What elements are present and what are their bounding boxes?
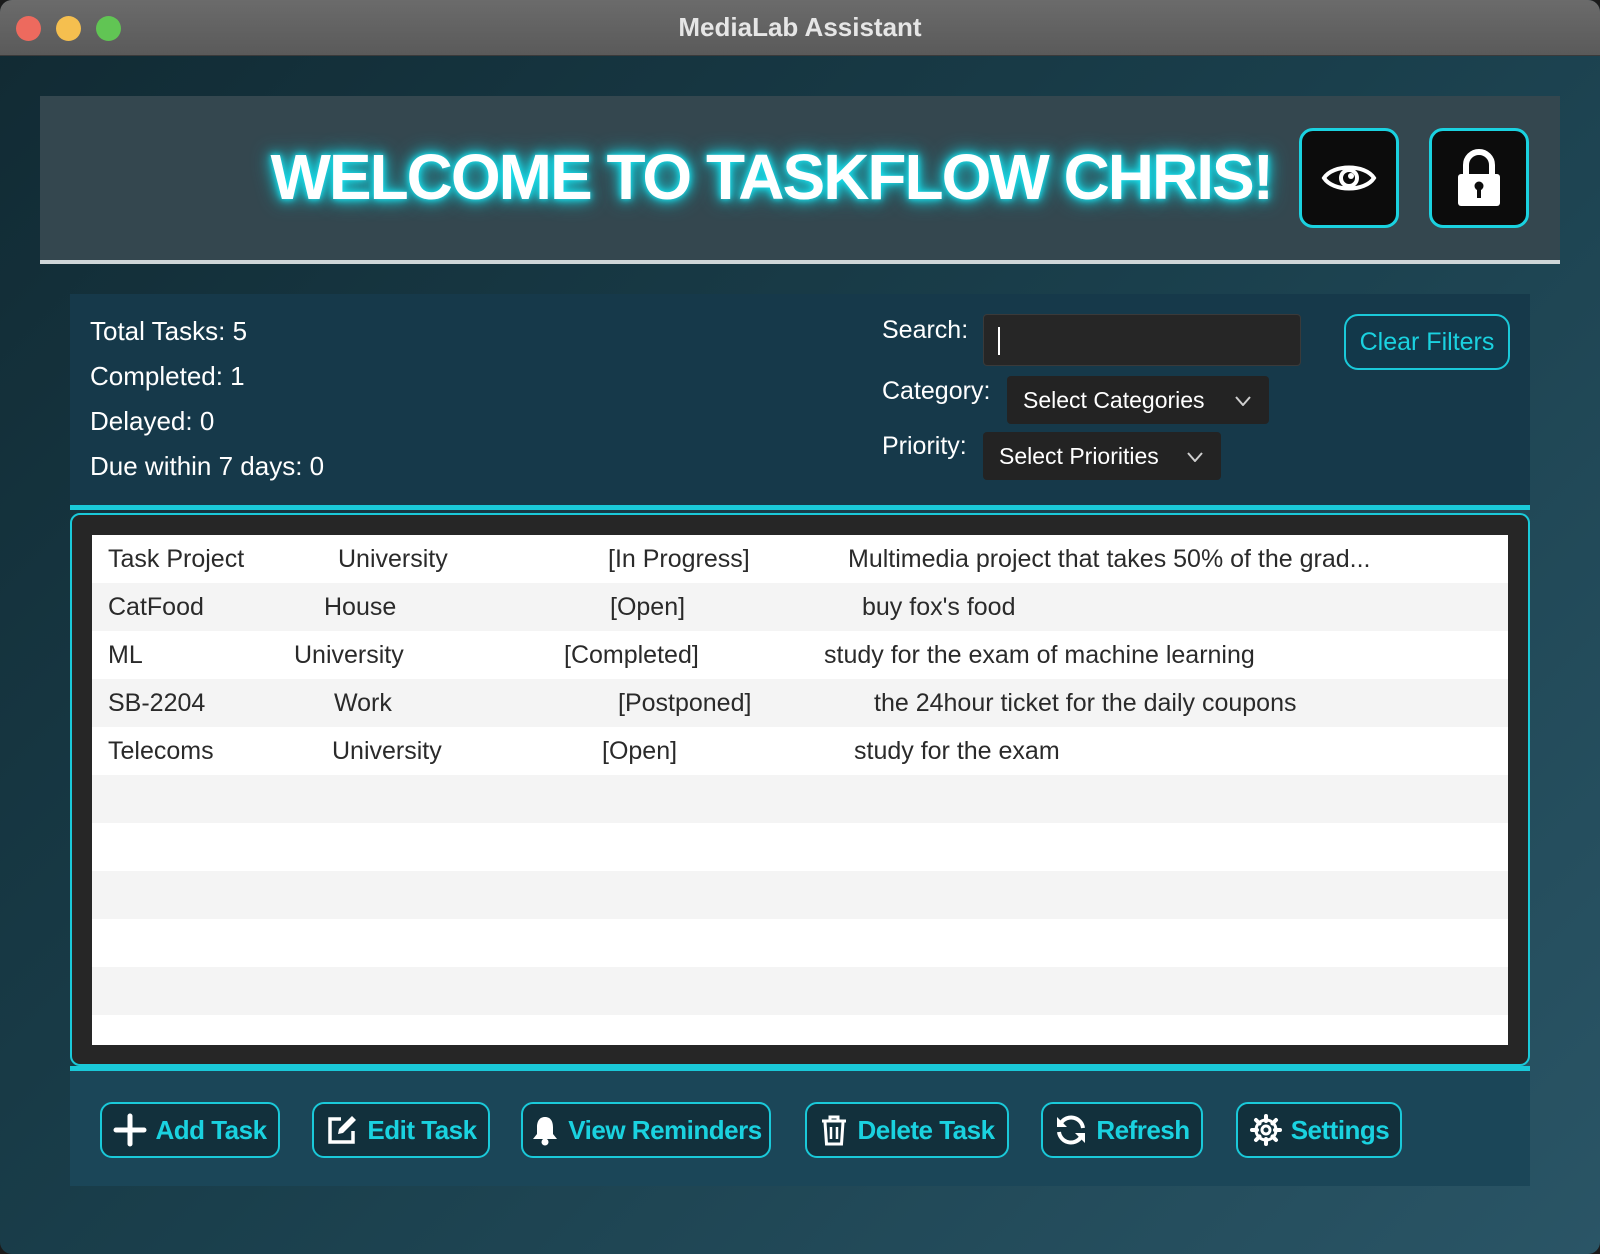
chevron-down-icon (1187, 452, 1203, 462)
search-label: Search: (882, 316, 969, 344)
delayed-stat: Delayed: 0 (90, 406, 215, 436)
total-tasks-stat: Total Tasks: 5 (90, 316, 248, 346)
task-row[interactable]: Task Project University [In Progress] Multi… (92, 535, 1508, 583)
view-toggle-button[interactable] (1299, 128, 1399, 228)
priority-selected: Select Priorities (999, 442, 1159, 469)
task-name: Telecoms (108, 737, 214, 765)
priority-label: Priority: (882, 432, 967, 460)
edit-task-label: Edit Task (367, 1114, 477, 1145)
task-name: ML (108, 641, 143, 669)
plus-icon (113, 1113, 147, 1147)
eye-icon (1321, 165, 1377, 191)
edit-task-button[interactable]: Edit Task (312, 1102, 490, 1158)
task-description: study for the exam of machine learning (824, 641, 1255, 669)
task-category: Work (334, 689, 392, 717)
due-soon-stat: Due within 7 days: 0 (90, 451, 325, 481)
task-status: [Completed] (564, 641, 699, 669)
text-caret (998, 327, 1000, 355)
task-category: University (294, 641, 404, 669)
chevron-down-icon (1235, 396, 1251, 406)
add-task-label: Add Task (155, 1114, 267, 1145)
task-category: University (338, 545, 448, 573)
task-name: SB-2204 (108, 689, 206, 717)
category-dropdown[interactable]: Select Categories (1007, 376, 1269, 424)
empty-row (92, 1015, 1508, 1045)
task-description: study for the exam (854, 737, 1060, 765)
completed-stat: Completed: 1 (90, 361, 245, 391)
empty-row (92, 919, 1508, 967)
task-description: buy fox's food (862, 593, 1016, 621)
title-bar: MediaLab Assistant (0, 0, 1600, 56)
bell-icon (533, 1117, 558, 1146)
refresh-button[interactable]: Refresh (1041, 1102, 1203, 1158)
task-status: [Postponed] (618, 689, 752, 717)
clear-filters-button[interactable]: Clear Filters (1344, 314, 1510, 370)
lock-button[interactable] (1429, 128, 1529, 228)
task-status: [In Progress] (608, 545, 750, 573)
search-input[interactable] (983, 314, 1301, 366)
task-category: House (324, 593, 397, 621)
delete-task-label: Delete Task (857, 1114, 995, 1145)
header-banner: WELCOME TO TASKFLOW CHRIS! (40, 96, 1560, 264)
category-label: Category: (882, 377, 991, 405)
edit-icon (328, 1116, 357, 1144)
refresh-label: Refresh (1096, 1114, 1190, 1145)
task-category: University (332, 737, 442, 765)
settings-label: Settings (1290, 1114, 1390, 1145)
empty-row (92, 871, 1508, 919)
empty-row (92, 823, 1508, 871)
task-name: Task Project (108, 545, 245, 573)
app-window: MediaLab Assistant WELCOME TO TASKFLOW C… (0, 0, 1600, 1254)
lock-icon (1458, 149, 1500, 206)
view-reminders-button[interactable]: View Reminders (521, 1102, 771, 1158)
task-status: [Open] (602, 737, 678, 765)
view-reminders-label: View Reminders (568, 1114, 762, 1145)
category-selected: Select Categories (1023, 386, 1205, 413)
refresh-icon (1057, 1115, 1086, 1145)
stats-filter-panel: Total Tasks: 5 Completed: 1 Delayed: 0 D… (70, 294, 1530, 510)
welcome-heading: WELCOME TO TASKFLOW CHRIS! (270, 141, 1274, 213)
gear-icon (1249, 1114, 1282, 1146)
window-title: MediaLab Assistant (678, 12, 922, 42)
settings-button[interactable]: Settings (1236, 1102, 1402, 1158)
task-status: [Open] (610, 593, 686, 621)
task-row[interactable]: CatFood House [Open] buy fox's food (92, 583, 1508, 631)
task-row[interactable]: ML University [Completed] study for the exa… (92, 631, 1508, 679)
task-list-frame: Task Project University [In Progress] Multi… (70, 513, 1530, 1066)
priority-dropdown[interactable]: Select Priorities (983, 432, 1221, 480)
delete-task-button[interactable]: Delete Task (805, 1102, 1009, 1158)
add-task-button[interactable]: Add Task (100, 1102, 280, 1158)
task-description: Multimedia project that takes 50% of the… (848, 545, 1371, 573)
trash-icon (822, 1115, 847, 1146)
task-list[interactable]: Task Project University [In Progress] Multi… (92, 535, 1508, 1045)
empty-row (92, 775, 1508, 823)
task-description: the 24hour ticket for the daily coupons (874, 689, 1297, 717)
task-row[interactable]: SB-2204 Work [Postponed] the 24hour ticket … (92, 679, 1508, 727)
action-bar: Add Task Edit Task View Reminders Delete… (70, 1071, 1530, 1186)
task-name: CatFood (108, 593, 204, 621)
task-row[interactable]: Telecoms University [Open] study for the ex… (92, 727, 1508, 775)
empty-row (92, 967, 1508, 1015)
